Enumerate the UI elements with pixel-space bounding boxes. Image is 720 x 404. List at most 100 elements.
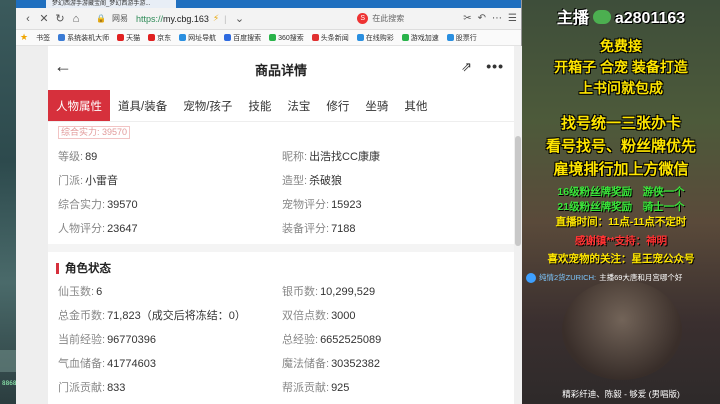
browser-tabstrip: 梦幻西游手游藏宝阁_梦幻西游手游...: [16, 0, 521, 8]
refresh-icon[interactable]: ↻: [52, 12, 68, 25]
status-mp-reserve: 魔法储备: 30352382: [282, 358, 381, 370]
status-guild-contribution: 帮派贡献: 925: [282, 382, 350, 394]
address-bar: ‹ ✕ ↻ ⌂ 🔒 网易 https:// my.cbg.163 ⚡ | ⌄ S…: [16, 8, 521, 30]
scrollbar[interactable]: [514, 46, 522, 404]
info-school: 门派: 小雷音: [58, 175, 119, 187]
status-double-points: 双倍点数: 3000: [282, 310, 356, 322]
bookmark-item[interactable]: 在线购彩: [356, 33, 394, 43]
browser-tab[interactable]: 梦幻西游手游藏宝阁_梦幻西游手游...: [46, 0, 176, 8]
host-header: 主播 a2801163: [556, 10, 686, 27]
bookmark-star-icon[interactable]: ★: [20, 32, 28, 43]
overlay-line: 免费接: [600, 38, 642, 54]
page-viewport: ← 商品详情 ⇗ ••• 人物属性 道具/装备 宠物/孩子 技能 法宝 修行 坐…: [16, 46, 522, 404]
bookmark-item[interactable]: 网址导航: [179, 33, 216, 43]
bookmark-icon: [356, 34, 364, 41]
tab-other[interactable]: 其他: [396, 90, 435, 121]
undo-icon[interactable]: ↶: [478, 13, 486, 24]
overlay-line: 开箱子 合宠 装备打造: [554, 59, 688, 75]
section-divider: [48, 244, 514, 252]
page-header: ← 商品详情 ⇗ •••: [48, 46, 514, 90]
close-icon[interactable]: ✕: [36, 12, 52, 25]
bookmark-icon: [269, 34, 277, 41]
bookmark-icon: [148, 34, 156, 41]
section-title: 角色状态: [56, 260, 111, 276]
status-current-exp: 当前经验: 96770396: [58, 334, 157, 346]
lock-icon: 🔒: [96, 14, 106, 23]
bookmark-item[interactable]: 游戏加速: [401, 33, 439, 43]
bookmark-item[interactable]: 系统装机大师: [58, 33, 109, 43]
info-pet-score: 宠物评分: 15923: [282, 199, 362, 211]
fan-badge-line: 16级粉丝牌奖励 游侠一个: [557, 186, 685, 198]
bookmark-icon: [446, 34, 454, 41]
url-host: my.cbg.163: [162, 13, 209, 24]
tab-pets[interactable]: 宠物/孩子: [175, 90, 240, 121]
overlay-line: 雇境排行加上方微信: [553, 161, 689, 178]
chat-text: 主播69大唐和月宫哪个好: [599, 273, 683, 282]
url-scheme: https://: [135, 13, 163, 24]
faded-label: 综合实力: 39570: [58, 126, 131, 139]
dropdown-icon[interactable]: ⌄: [232, 12, 248, 25]
scissors-icon[interactable]: ✂: [463, 13, 471, 24]
share-icon[interactable]: ⇗: [461, 59, 472, 75]
tab-items[interactable]: 道具/装备: [110, 90, 175, 121]
tab-treasure[interactable]: 法宝: [279, 90, 318, 121]
info-character-score: 人物评分: 23647: [58, 223, 138, 235]
tab-skills[interactable]: 技能: [240, 90, 279, 121]
faded-label-row: 综合实力: 39570: [58, 122, 514, 139]
bookmark-item[interactable]: 头条新闻: [311, 33, 349, 43]
section-accent-bar: [56, 262, 59, 274]
category-tabs: 人物属性 道具/装备 宠物/孩子 技能 法宝 修行 坐骑 其他: [48, 90, 514, 122]
bookmark-icon: [117, 34, 125, 41]
url-field[interactable]: 🔒 网易 https:// my.cbg.163 ⚡ | ⌄: [90, 11, 347, 27]
bookmark-icon: [179, 34, 187, 41]
bookmark-item[interactable]: 百度搜索: [224, 33, 261, 43]
menu-icon[interactable]: ☰: [508, 13, 517, 24]
tab-mounts[interactable]: 坐骑: [357, 90, 396, 121]
lightning-icon[interactable]: ⚡: [213, 13, 219, 24]
toolbar-icons: ✂ ↶ ⋯ ☰: [463, 13, 517, 24]
chat-username: 纯情2货ZURICH:: [539, 273, 597, 282]
page-title: 商品详情: [254, 63, 307, 78]
overlay-line: 上书问就包成: [579, 80, 663, 96]
search-box[interactable]: S 在此搜索: [353, 11, 463, 26]
status-hp-reserve: 气血储备: 41774603: [58, 358, 157, 370]
home-icon[interactable]: ⌂: [68, 13, 84, 25]
bookmark-item[interactable]: 股票行: [446, 33, 477, 43]
bookmark-item[interactable]: 书签: [36, 33, 50, 43]
status-jade: 仙玉数: 6: [58, 286, 103, 298]
tab-cultivation[interactable]: 修行: [318, 90, 357, 121]
more-icon[interactable]: •••: [486, 58, 504, 74]
bookmark-item[interactable]: 360搜索: [269, 33, 304, 43]
bookmark-icon: [58, 34, 66, 41]
bookmark-item[interactable]: 天猫: [117, 33, 140, 43]
overlay-line: 找号统一三张办卡: [560, 115, 681, 132]
search-placeholder: 在此搜索: [372, 14, 405, 23]
bookmark-item[interactable]: 京东: [148, 33, 171, 43]
game-background-left: 8868407: [0, 0, 27, 404]
search-engine-icon: S: [357, 13, 369, 24]
overlay-line: 看号找号、粉丝牌优先: [545, 138, 696, 155]
status-silver: 银币数: 10,299,529: [282, 286, 376, 298]
more-icon[interactable]: ⋯: [492, 13, 502, 24]
info-overall-power: 综合实力: 39570: [58, 199, 138, 211]
status-school-contribution: 门派贡献: 833: [58, 382, 126, 394]
status-total-exp: 总经验: 6652525089: [282, 334, 382, 346]
status-gold: 总金币数: 71,823（成交后将冻结：0）: [58, 310, 246, 322]
info-nickname: 昵称: 出浩找CC康康: [282, 151, 380, 163]
bookmark-icon: [224, 34, 232, 41]
back-arrow-icon[interactable]: ‹: [20, 13, 36, 25]
streamer-camera: [562, 280, 682, 380]
chat-badge-icon: [526, 272, 536, 283]
content-card: ← 商品详情 ⇗ ••• 人物属性 道具/装备 宠物/孩子 技能 法宝 修行 坐…: [48, 46, 514, 404]
bookmarks-bar: ★ 书签 系统装机大师 天猫 京东 网址导航 百度搜索 360搜索 头条新闻 在…: [16, 30, 521, 46]
thanks-line: 感谢镇**支持：神明: [574, 235, 668, 247]
bookmark-icon: [311, 34, 319, 41]
chat-message: 纯情2货ZURICH: 主播69大唐和月宫哪个好: [526, 272, 720, 283]
wechat-icon: [592, 10, 611, 24]
separator: |: [224, 13, 227, 24]
tab-character[interactable]: 人物属性: [48, 90, 110, 121]
live-time-line: 直播时间：11点-11点不定时: [555, 216, 687, 228]
now-playing: 精彩纤迪、陈毅 - 够爱 (男唱版): [562, 389, 680, 399]
follow-line: 喜欢宠物的关注：星王宠公众号: [547, 253, 695, 265]
scrollbar-thumb[interactable]: [515, 136, 521, 246]
